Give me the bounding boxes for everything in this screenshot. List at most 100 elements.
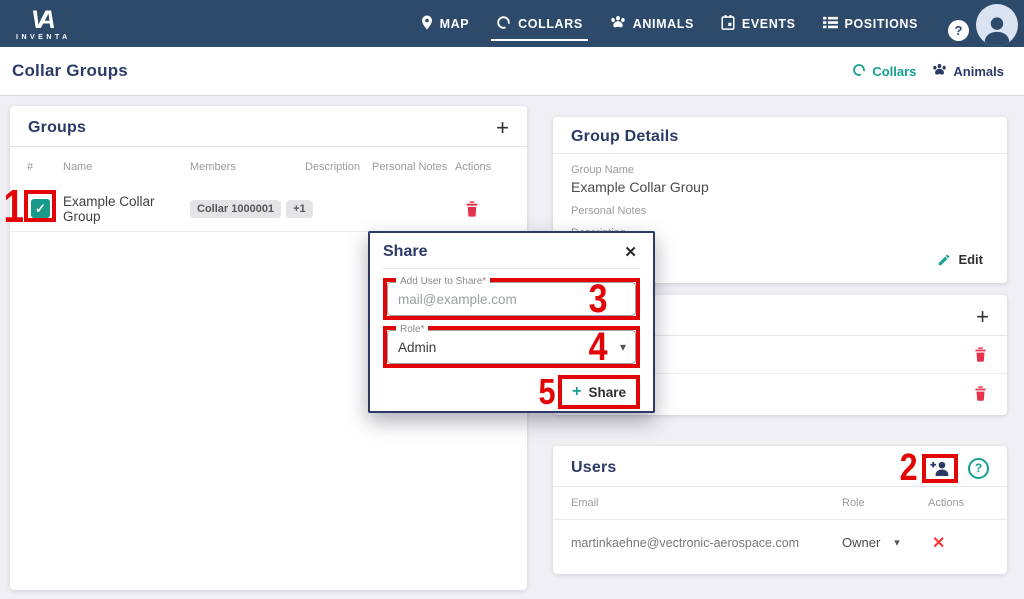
nav-item-collars[interactable]: COLLARS: [496, 0, 583, 47]
person-plus-icon: [929, 460, 951, 477]
group-name: Example Collar Group: [63, 194, 190, 224]
plus-icon: +: [572, 383, 581, 401]
edit-button-label: Edit: [958, 252, 983, 267]
nav-item-events[interactable]: EVENTS: [721, 0, 796, 47]
member-chips: Collar 1000001 +1: [190, 200, 305, 218]
collars-link[interactable]: Collars: [852, 63, 916, 80]
user-avatar[interactable]: [976, 4, 1018, 46]
column-description: Description: [305, 161, 372, 173]
annotation-box-3: Add User to Share* 3: [383, 278, 640, 320]
group-row[interactable]: ✓ Example Collar Group Collar 1000001 +1: [10, 186, 527, 232]
person-icon: [980, 12, 1014, 46]
column-members: Members: [190, 161, 305, 173]
chevron-down-icon: ▾: [620, 340, 626, 354]
annotation-step-5: 5: [539, 374, 556, 410]
column-number: #: [27, 161, 63, 173]
role-dropdown[interactable]: Owner ▾: [842, 535, 928, 550]
member-chip: Collar 1000001: [190, 200, 281, 218]
users-panel: Users 2 ? Email Role Actions martinkaehn…: [553, 446, 1007, 574]
annotation-box-2: [922, 454, 958, 483]
role-field-label: Role*: [396, 324, 428, 335]
delete-group-button[interactable]: [455, 201, 510, 217]
role-field[interactable]: Role* Admin 4 ▾: [387, 330, 636, 364]
nav-item-label: ANIMALS: [633, 17, 694, 31]
annotation-box-5: + Share: [558, 375, 640, 409]
nav-item-label: MAP: [440, 17, 470, 31]
delete-member-button[interactable]: [964, 347, 987, 362]
annotation-box-4: Role* Admin 4 ▾: [383, 326, 640, 368]
column-name: Name: [63, 161, 190, 173]
group-name-value: Example Collar Group: [571, 179, 989, 195]
animals-link-label: Animals: [953, 64, 1004, 79]
add-group-button[interactable]: +: [496, 117, 509, 139]
calendar-icon: [721, 15, 735, 33]
pencil-icon: [937, 253, 951, 267]
column-actions: Actions: [455, 161, 510, 173]
nav-item-positions[interactable]: POSITIONS: [823, 0, 918, 47]
paw-icon: [932, 63, 947, 79]
group-checkbox[interactable]: ✓: [31, 199, 50, 218]
add-user-field: Add User to Share* 3: [387, 282, 636, 316]
app-screen: VA INVENTA MAP COLLARS ANIMALS EVENTS: [0, 0, 1024, 599]
edit-group-button[interactable]: Edit: [937, 252, 983, 267]
member-overflow-chip: +1: [286, 200, 313, 218]
personal-notes-label: Personal Notes: [571, 205, 989, 217]
inventa-logo[interactable]: VA INVENTA: [16, 8, 71, 41]
add-member-button[interactable]: +: [976, 306, 989, 328]
view-switcher: Collars Animals: [852, 63, 1004, 80]
animals-link[interactable]: Animals: [932, 63, 1004, 79]
nav-item-label: COLLARS: [518, 17, 583, 31]
delete-member-button[interactable]: [964, 386, 987, 401]
annotation-step-1: 1: [4, 183, 24, 229]
map-pin-icon: [421, 15, 433, 33]
role-selected-value: Admin: [398, 340, 436, 355]
help-button[interactable]: ?: [948, 20, 969, 41]
share-modal: Share ✕ Add User to Share* 3 Role* Admin…: [368, 231, 655, 413]
share-button-label: Share: [588, 385, 626, 400]
group-name-label: Group Name: [571, 164, 989, 176]
group-details-title: Group Details: [571, 128, 679, 146]
remove-user-button[interactable]: ✕: [928, 533, 989, 553]
divider: [553, 153, 1007, 154]
share-modal-title: Share: [383, 243, 427, 261]
groups-panel-title: Groups: [28, 119, 86, 137]
page-header: Collar Groups Collars Animals: [0, 47, 1024, 96]
user-email: martinkaehne@vectronic-aerospace.com: [571, 536, 842, 550]
annotation-step-4: 4: [588, 327, 607, 367]
trash-icon: [974, 386, 987, 401]
column-personal-notes: Personal Notes: [372, 161, 455, 173]
logo-wordmark: INVENTA: [16, 34, 71, 41]
trash-icon: [465, 201, 479, 217]
user-row: martinkaehne@vectronic-aerospace.com Own…: [553, 519, 1007, 565]
column-role: Role: [842, 497, 928, 509]
nav-item-label: EVENTS: [742, 17, 796, 31]
logo-monogram: VA: [31, 8, 56, 33]
divider: [383, 268, 640, 269]
add-user-button[interactable]: [929, 460, 951, 477]
paw-icon: [610, 15, 626, 32]
chevron-down-icon: ▾: [894, 536, 900, 549]
users-panel-title: Users: [571, 459, 616, 477]
positions-list-icon: [823, 16, 838, 32]
nav-item-animals[interactable]: ANIMALS: [610, 0, 694, 47]
collar-icon: [496, 15, 511, 33]
page-title: Collar Groups: [12, 61, 128, 81]
collar-icon: [852, 63, 866, 80]
main-nav: MAP COLLARS ANIMALS EVENTS POSITIONS: [421, 0, 918, 47]
add-user-input[interactable]: [398, 292, 557, 307]
nav-item-map[interactable]: MAP: [421, 0, 470, 47]
users-help-button[interactable]: ?: [968, 458, 989, 479]
annotation-step-3: 3: [588, 279, 607, 319]
role-value: Owner: [842, 535, 880, 550]
column-actions: Actions: [928, 497, 989, 509]
trash-icon: [974, 347, 987, 362]
close-icon[interactable]: ✕: [621, 243, 640, 261]
top-navbar: VA INVENTA MAP COLLARS ANIMALS EVENTS: [0, 0, 1024, 47]
column-email: Email: [571, 497, 842, 509]
add-user-field-label: Add User to Share*: [396, 276, 490, 287]
collars-link-label: Collars: [872, 64, 916, 79]
users-table-header: Email Role Actions: [553, 487, 1007, 519]
groups-table-header: # Name Members Description Personal Note…: [10, 147, 527, 186]
annotation-step-2: 2: [899, 449, 917, 487]
share-submit-button[interactable]: + Share: [564, 380, 634, 404]
